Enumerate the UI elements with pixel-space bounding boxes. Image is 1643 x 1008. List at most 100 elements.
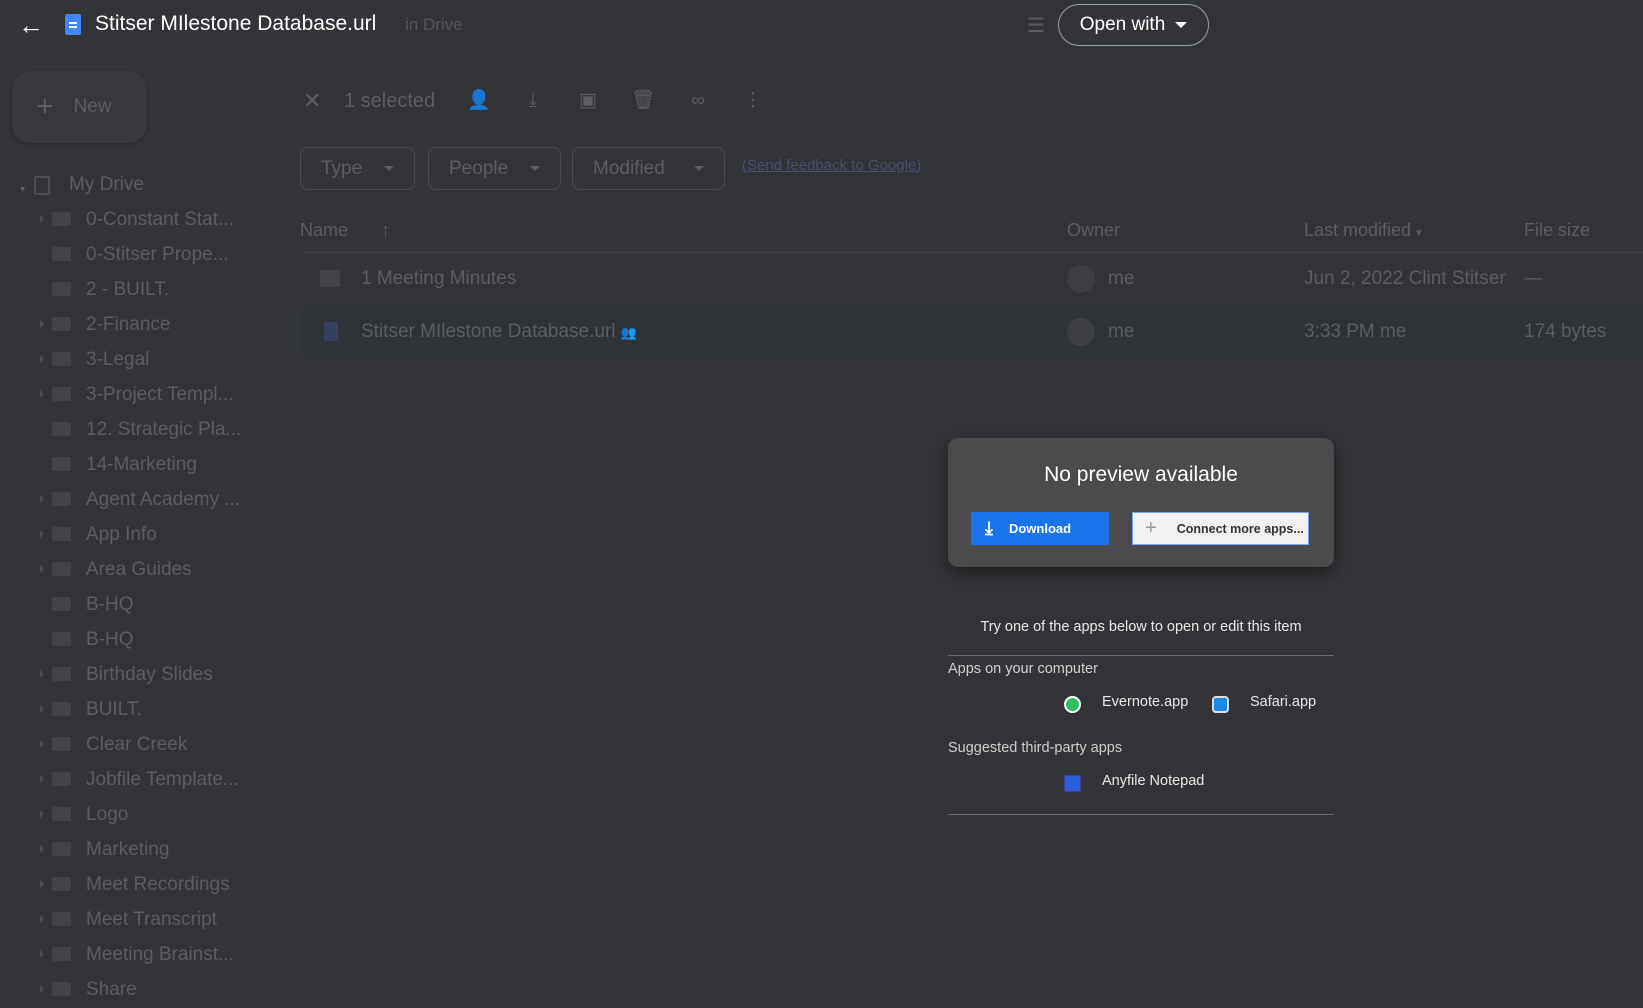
sidebar-item[interactable]: Agent Academy ... [0, 483, 280, 518]
sidebar-my-drive[interactable]: My Drive [69, 174, 144, 196]
column-owner: Owner [1067, 220, 1121, 240]
send-feedback-link[interactable]: (Send feedback to Google) [742, 157, 921, 174]
anyfile-notepad-icon[interactable] [1064, 775, 1081, 792]
filter-people[interactable]: People [428, 147, 561, 190]
share-icon[interactable]: 👤 [466, 88, 492, 114]
expand-arrow-icon[interactable] [40, 390, 44, 398]
shared-folder-icon [52, 947, 71, 961]
row-modified: 3:33 PM me [1304, 321, 1407, 342]
expand-arrow-icon[interactable] [40, 880, 44, 888]
caret-down-icon [384, 166, 394, 171]
shortcut-folder-icon [52, 282, 71, 296]
expand-arrow-icon[interactable] [40, 670, 44, 678]
app-anyfile-notepad[interactable]: Anyfile Notepad [1102, 773, 1204, 789]
sidebar-item[interactable]: B-HQ [0, 623, 280, 658]
expand-arrow-icon[interactable] [40, 705, 44, 713]
sidebar-item-label: Marketing [86, 839, 170, 860]
new-button[interactable]: + New [12, 71, 147, 143]
sidebar-item[interactable]: Meeting Brainst... [0, 938, 280, 973]
sidebar-item-label: B-HQ [86, 629, 134, 650]
expand-arrow-icon[interactable] [40, 320, 44, 328]
search-hint: in Drive [405, 15, 463, 34]
sidebar-item[interactable]: 0-Stitser Prope... [0, 238, 280, 273]
expand-arrow-icon[interactable] [40, 950, 44, 958]
sidebar-item[interactable]: Area Guides [0, 553, 280, 588]
row-size: 174 bytes [1524, 321, 1607, 342]
trash-icon[interactable]: 🗑 [630, 88, 656, 114]
sidebar-item[interactable]: Jobfile Template... [0, 763, 280, 798]
back-arrow-icon[interactable]: ← [18, 10, 44, 40]
filter-modified[interactable]: Modified [572, 147, 725, 190]
link-icon[interactable]: ∞ [685, 88, 711, 114]
expand-arrow-icon[interactable] [40, 530, 44, 538]
safari-icon[interactable] [1212, 696, 1229, 713]
sidebar-item[interactable]: Clear Creek [0, 728, 280, 763]
more-icon[interactable]: ⋮ [740, 88, 766, 114]
filter-type[interactable]: Type [300, 147, 415, 190]
sort-down-icon: ▾ [1416, 227, 1422, 239]
sidebar-item-label: 3-Project Templ... [86, 384, 234, 405]
close-selection-icon[interactable]: ✕ [303, 88, 321, 114]
expand-arrow-icon[interactable] [40, 810, 44, 818]
sidebar-item[interactable]: 14-Marketing [0, 448, 280, 483]
download-icon: ⤓ [985, 518, 993, 538]
expand-arrow-icon[interactable] [40, 915, 44, 923]
sidebar-item[interactable]: 12. Strategic Pla... [0, 413, 280, 448]
expand-arrow-icon[interactable] [40, 495, 44, 503]
connect-more-apps-button[interactable]: + Connect more apps... [1132, 512, 1309, 545]
expand-arrow-icon[interactable] [40, 565, 44, 573]
sidebar-item[interactable]: BUILT. [0, 693, 280, 728]
open-with-button[interactable]: Open with [1058, 4, 1209, 46]
divider [948, 655, 1334, 656]
expand-arrow-icon[interactable] [40, 985, 44, 993]
expand-arrow-icon[interactable] [40, 845, 44, 853]
my-drive-icon [34, 176, 50, 195]
table-row[interactable]: 1 Meeting Minutes me Jun 2, 2022 Clint S… [300, 253, 1643, 305]
sidebar-item[interactable]: Birthday Slides [0, 658, 280, 693]
shortcut-folder-icon [52, 247, 71, 261]
sidebar-item[interactable]: Logo [0, 798, 280, 833]
sidebar-item[interactable]: Marketing [0, 833, 280, 868]
row-modified: Jun 2, 2022 Clint Stitser [1304, 268, 1506, 289]
expand-arrow-icon[interactable] [40, 775, 44, 783]
sidebar-item[interactable]: Meet Recordings [0, 868, 280, 903]
download-button[interactable]: ⤓ Download [971, 512, 1109, 545]
sidebar-item-label: Birthday Slides [86, 664, 213, 685]
sidebar-item-label: 3-Legal [86, 349, 150, 370]
table-row-selected[interactable]: Stitser MIlestone Database.url 👥 me 3:33… [300, 306, 1643, 358]
shared-people-icon: 👥 [620, 325, 637, 340]
sidebar-item[interactable]: Share [0, 973, 280, 1008]
suggested-apps-heading: Suggested third-party apps [948, 740, 1123, 756]
download-icon[interactable]: ⤓ [520, 88, 546, 114]
sidebar-item[interactable]: App Info [0, 518, 280, 553]
column-last-modified[interactable]: Last modified ▾ [1304, 220, 1422, 241]
folder-icon [52, 212, 71, 226]
sidebar-item[interactable]: 3-Legal [0, 343, 280, 378]
plus-icon: + [36, 90, 54, 123]
sidebar-item[interactable]: 2 - BUILT. [0, 273, 280, 308]
column-name[interactable]: Name [300, 220, 348, 241]
expand-arrow-icon[interactable] [40, 215, 44, 223]
divider [948, 814, 1334, 815]
app-evernote[interactable]: Evernote.app [1102, 694, 1188, 710]
tune-icon[interactable]: ☰ [1027, 13, 1045, 38]
app-safari[interactable]: Safari.app [1250, 694, 1316, 710]
download-label: Download [1008, 521, 1072, 536]
folder-icon [52, 982, 71, 996]
expand-arrow-icon[interactable] [40, 740, 44, 748]
move-icon[interactable]: ▣ [575, 88, 601, 114]
collapse-arrow-icon[interactable]: ▾ [20, 184, 25, 195]
folder-icon [52, 702, 71, 716]
sidebar-item[interactable]: 2-Finance [0, 308, 280, 343]
sidebar-item[interactable]: 0-Constant Stat... [0, 203, 280, 238]
expand-arrow-icon[interactable] [40, 355, 44, 363]
shared-folder-icon [52, 387, 71, 401]
sidebar-item[interactable]: 3-Project Templ... [0, 378, 280, 413]
sort-up-arrow-icon[interactable]: ↑ [381, 220, 390, 241]
evernote-icon[interactable] [1064, 696, 1081, 713]
filter-type-label: Type [321, 157, 363, 179]
sidebar-item[interactable]: Meet Transcript [0, 903, 280, 938]
row-size: — [1524, 268, 1543, 289]
sidebar-item[interactable]: B-HQ [0, 588, 280, 623]
sidebar-item-label: BUILT. [86, 699, 142, 720]
